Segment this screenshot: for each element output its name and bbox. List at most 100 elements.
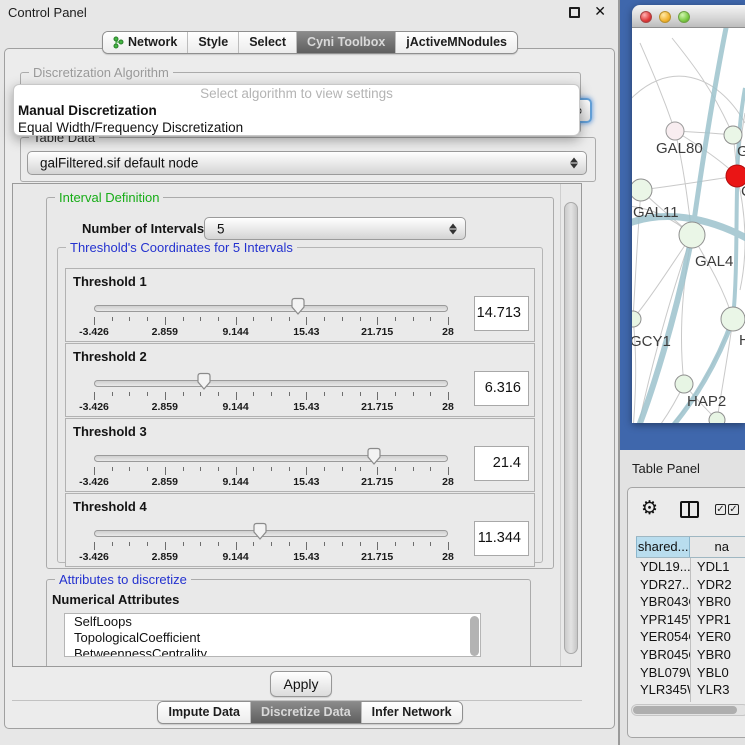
table-row[interactable]: YLR345WYLR3 — [636, 681, 745, 699]
tab-network[interactable]: Network — [103, 32, 187, 53]
zoom-traffic-light-icon[interactable] — [678, 11, 690, 23]
attribute-list-item[interactable]: TopologicalCoefficient — [65, 630, 480, 646]
combo-arrows-icon — [570, 158, 578, 169]
table-row[interactable]: YDR27...YDR2 — [636, 576, 745, 594]
network-node[interactable] — [679, 222, 705, 248]
slider-tick — [342, 317, 343, 321]
table-horizontal-scrollbar-thumb[interactable] — [633, 706, 737, 714]
float-window-icon[interactable] — [569, 7, 580, 18]
threshold-value-field[interactable]: 14.713 — [474, 296, 529, 331]
network-node[interactable] — [724, 126, 742, 144]
table-row[interactable]: YBR043CYBR0 — [636, 593, 745, 611]
table-cell: YBR0 — [690, 593, 745, 611]
node-label: GAL11 — [633, 204, 679, 221]
threshold-value-field[interactable]: 21.4 — [474, 446, 529, 481]
slider-tick — [236, 392, 237, 400]
table-horizontal-scrollbar[interactable] — [631, 704, 745, 716]
slider-tick-label: 15.43 — [284, 476, 328, 488]
slider-track[interactable] — [94, 455, 448, 462]
tab-cyni-toolbox[interactable]: Cyni Toolbox — [296, 32, 395, 53]
table-cell: YBR0 — [690, 646, 745, 664]
slider-tick — [413, 467, 414, 471]
threshold-value-field[interactable]: 11.344 — [474, 521, 529, 556]
list-scrollbar[interactable] — [470, 616, 479, 656]
network-node[interactable] — [666, 122, 684, 140]
slider-track[interactable] — [94, 380, 448, 387]
node-label: GAL4 — [695, 253, 733, 270]
table-row[interactable]: YBL079WYBL0 — [636, 664, 745, 682]
slider-tick — [236, 317, 237, 325]
number-of-intervals-combobox[interactable]: 5 — [204, 217, 466, 240]
slider-tick — [183, 392, 184, 396]
form-scrollbar-thumb[interactable] — [564, 202, 578, 654]
apply-button[interactable]: Apply — [270, 671, 332, 697]
gear-icon[interactable]: ⚙ — [641, 497, 658, 520]
node-label: GA — [737, 143, 745, 160]
tab-select[interactable]: Select — [238, 32, 296, 53]
slider-tick — [430, 392, 431, 396]
slider-tick — [271, 392, 272, 396]
group-title: Attributes to discretize — [55, 572, 191, 587]
close-traffic-light-icon[interactable] — [640, 11, 652, 23]
network-canvas[interactable]: GAL80GACGAL11GAL4GCY1HHAP2 — [632, 28, 745, 423]
table-row[interactable]: YER054CYER0 — [636, 628, 745, 646]
popup-item[interactable]: Select algorithm to view settings — [14, 85, 579, 102]
network-node[interactable] — [632, 311, 641, 327]
popup-item[interactable]: Manual Discretization — [14, 102, 579, 119]
table-row[interactable]: YIL052CYIL0 — [636, 699, 745, 702]
network-node[interactable] — [675, 375, 693, 393]
tab-infer-network[interactable]: Infer Network — [361, 702, 462, 723]
table-cell: YER0 — [690, 628, 745, 646]
table-cell: YIL0 — [690, 699, 745, 702]
network-node[interactable] — [709, 412, 725, 423]
form-scrollbar[interactable] — [560, 184, 581, 666]
tab-jactivemnodules[interactable]: jActiveMNodules — [395, 32, 517, 53]
combo-arrows-icon — [449, 223, 457, 234]
slider-tick — [112, 317, 113, 321]
table-cell: YDL1 — [690, 558, 745, 576]
numerical-attributes-list[interactable]: SelfLoopsTopologicalCoefficientBetweenne… — [64, 613, 481, 657]
table-row[interactable]: YBR045CYBR0 — [636, 646, 745, 664]
slider-tick — [218, 392, 219, 396]
top-tabbar: NetworkStyleSelectCyni ToolboxjActiveMNo… — [0, 31, 620, 54]
attribute-list-item[interactable]: SelfLoops — [65, 614, 480, 630]
slider-tick — [395, 317, 396, 321]
slider-thumb[interactable] — [290, 297, 306, 321]
slider-tick — [342, 542, 343, 546]
network-view-window[interactable]: GAL80GACGAL11GAL4GCY1HHAP2 — [632, 5, 745, 423]
column-header-name[interactable]: na — [690, 537, 745, 557]
slider-tick-label: 15.43 — [284, 326, 328, 338]
attribute-list-item[interactable]: BetweennessCentrality — [65, 646, 480, 657]
table-cell: YLR345W — [636, 681, 690, 699]
tab-impute-data[interactable]: Impute Data — [158, 702, 250, 723]
slider-tick-label: 28 — [426, 551, 470, 563]
slider-thumb[interactable] — [196, 372, 212, 396]
table-row[interactable]: YPR145WYPR1 — [636, 611, 745, 629]
table-data-combobox[interactable]: galFiltered.sif default node — [27, 151, 587, 175]
tab-discretize-data[interactable]: Discretize Data — [250, 702, 361, 723]
network-node[interactable] — [721, 307, 745, 331]
minimize-traffic-light-icon[interactable] — [659, 11, 671, 23]
slider-thumb[interactable] — [252, 522, 268, 546]
slider-tick-label: 28 — [426, 401, 470, 413]
slider-track[interactable] — [94, 305, 448, 312]
tab-style[interactable]: Style — [187, 32, 238, 53]
checkbox-icon[interactable]: ✓ — [715, 504, 726, 515]
network-icon — [113, 36, 124, 49]
network-node[interactable] — [632, 179, 652, 201]
checkbox-icon[interactable]: ✓ — [728, 504, 739, 515]
slider-tick — [377, 542, 378, 550]
column-layout-icon[interactable] — [680, 501, 699, 518]
tab-label: Impute Data — [168, 705, 240, 719]
column-header-shared-name[interactable]: shared... — [636, 537, 690, 557]
slider-track[interactable] — [94, 530, 448, 537]
slider-tick — [413, 542, 414, 546]
threshold-value-field[interactable]: 6.316 — [474, 371, 529, 406]
table-cell: YBR043C — [636, 593, 690, 611]
popup-item[interactable]: Equal Width/Frequency Discretization — [14, 119, 579, 136]
slider-tick — [324, 392, 325, 396]
slider-tick — [165, 542, 166, 550]
close-icon[interactable]: ✕ — [594, 3, 606, 20]
slider-thumb[interactable] — [366, 447, 382, 471]
table-row[interactable]: YDL19...YDL1 — [636, 558, 745, 576]
